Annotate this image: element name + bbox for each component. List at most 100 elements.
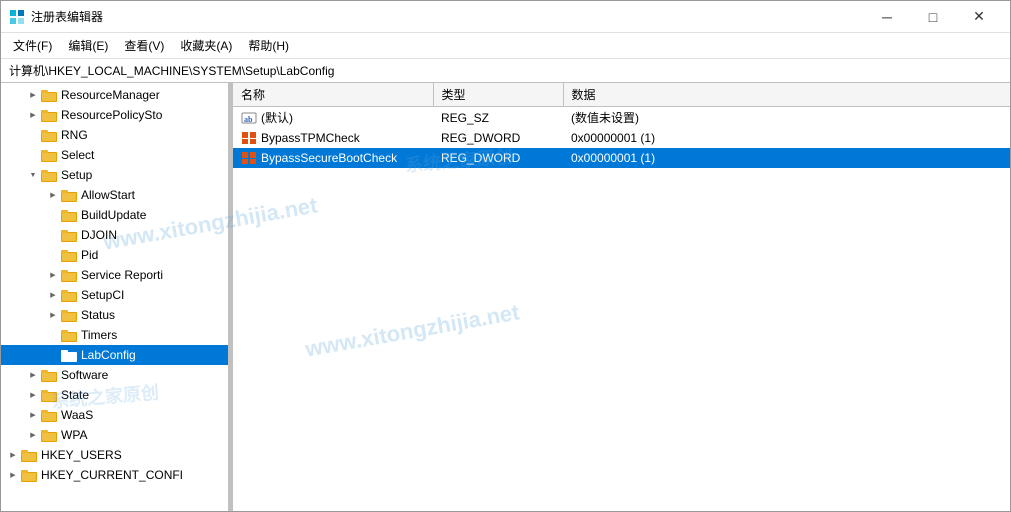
menu-favorites[interactable]: 收藏夹(A) [172,35,240,56]
tree-item-resource-policy[interactable]: ResourcePolicySto [1,105,228,125]
expand-setup[interactable] [25,167,41,183]
expand-state[interactable] [25,387,41,403]
tree-item-rng[interactable]: RNG [1,125,228,145]
menu-help[interactable]: 帮助(H) [240,35,297,56]
expand-software[interactable] [25,367,41,383]
tree-label: WaaS [61,408,93,422]
tree-label: SetupCI [81,288,124,302]
address-bar: 计算机\HKEY_LOCAL_MACHINE\SYSTEM\Setup\LabC… [1,59,1010,83]
cell-name: BypassTPMCheck [233,128,433,148]
tree-item-service-reporti[interactable]: Service Reporti [1,265,228,285]
tree-label: Status [81,308,115,322]
table-row[interactable]: ab (默认) REG_SZ (数值未设置) [233,107,1010,129]
tree-item-waas[interactable]: WaaS [1,405,228,425]
expand-setupci[interactable] [45,287,61,303]
registry-table: 名称 类型 数据 ab (默认) [233,83,1010,168]
tree-item-status[interactable]: Status [1,305,228,325]
expand-service-reporti[interactable] [45,267,61,283]
expand-hkey-users[interactable] [5,447,21,463]
tree-item-hkey-users[interactable]: HKEY_USERS [1,445,228,465]
col-header-type[interactable]: 类型 [433,83,563,107]
svg-text:ab: ab [244,115,253,124]
expand-buildupdate [45,207,61,223]
registry-editor-window: 注册表编辑器 ─ □ ✕ 文件(F) 编辑(E) 查看(V) 收藏夹(A) 帮助… [0,0,1011,512]
folder-icon [61,348,77,362]
expand-waas[interactable] [25,407,41,423]
main-area: ResourceManager ResourcePolicySto RNG Se… [1,83,1010,511]
cell-name: BypassSecureBootCheck [233,148,433,168]
tree-label: Software [61,368,108,382]
tree-item-state[interactable]: State [1,385,228,405]
menu-edit[interactable]: 编辑(E) [60,35,116,56]
tree-item-select[interactable]: Select [1,145,228,165]
address-text: 计算机\HKEY_LOCAL_MACHINE\SYSTEM\Setup\LabC… [9,62,334,79]
menu-view[interactable]: 查看(V) [116,35,172,56]
tree-label: Setup [61,168,92,182]
tree-item-hkey-current-config[interactable]: HKEY_CURRENT_CONFI [1,465,228,485]
tree-item-pid[interactable]: Pid [1,245,228,265]
tree-item-wpa[interactable]: WPA [1,425,228,445]
expand-wpa[interactable] [25,427,41,443]
tree-item-buildupdate[interactable]: BuildUpdate [1,205,228,225]
cell-data: (数值未设置) [563,107,1010,129]
tree-item-software[interactable]: Software [1,365,228,385]
tree-label: RNG [61,128,88,142]
tree-item-setupci[interactable]: SetupCI [1,285,228,305]
table-row[interactable]: BypassSecureBootCheck REG_DWORD 0x000000… [233,148,1010,168]
folder-icon [41,368,57,382]
expand-select [25,147,41,163]
expand-status[interactable] [45,307,61,323]
tree-label: BuildUpdate [81,208,146,222]
expand-resource-policy[interactable] [25,107,41,123]
expand-djoin [45,227,61,243]
folder-icon [61,208,77,222]
tree-label: WPA [61,428,87,442]
tree-label: AllowStart [81,188,135,202]
tree-item-allowstart[interactable]: AllowStart [1,185,228,205]
expand-rng [25,127,41,143]
expand-allowstart[interactable] [45,187,61,203]
tree-label: HKEY_CURRENT_CONFI [41,468,183,482]
tree-item-labconfig[interactable]: LabConfig [1,345,228,365]
close-button[interactable]: ✕ [956,1,1002,33]
tree-panel: ResourceManager ResourcePolicySto RNG Se… [1,83,229,511]
col-header-name[interactable]: 名称 [233,83,433,107]
tree-item-setup[interactable]: Setup [1,165,228,185]
col-header-data[interactable]: 数据 [563,83,1010,107]
folder-icon [61,308,77,322]
expand-timers [45,327,61,343]
tree-label: Timers [81,328,117,342]
expand-pid [45,247,61,263]
tree-item-resource-manager[interactable]: ResourceManager [1,85,228,105]
folder-icon [21,448,37,462]
tree-label: HKEY_USERS [41,448,122,462]
tree-label: DJOIN [81,228,117,242]
expand-resource-manager[interactable] [25,87,41,103]
cell-type: REG_SZ [433,107,563,129]
table-row[interactable]: BypassTPMCheck REG_DWORD 0x00000001 (1) [233,128,1010,148]
folder-icon [41,128,57,142]
cell-name: ab (默认) [233,107,433,129]
cell-type: REG_DWORD [433,128,563,148]
registry-panel: 名称 类型 数据 ab (默认) [233,83,1010,511]
maximize-button[interactable]: □ [910,1,956,33]
title-bar: 注册表编辑器 ─ □ ✕ [1,1,1010,33]
expand-hkey-current-config[interactable] [5,467,21,483]
folder-icon [61,288,77,302]
folder-icon [61,328,77,342]
tree-item-djoin[interactable]: DJOIN [1,225,228,245]
folder-icon [41,148,57,162]
tree-label: Select [61,148,94,162]
menu-file[interactable]: 文件(F) [5,35,60,56]
window-title: 注册表编辑器 [31,8,864,25]
folder-icon [41,88,57,102]
folder-icon [41,408,57,422]
tree-label: State [61,388,89,402]
folder-icon [61,228,77,242]
tree-label: ResourceManager [61,88,160,102]
cell-data: 0x00000001 (1) [563,128,1010,148]
tree-label: Pid [81,248,98,262]
tree-item-timers[interactable]: Timers [1,325,228,345]
menu-bar: 文件(F) 编辑(E) 查看(V) 收藏夹(A) 帮助(H) [1,33,1010,59]
minimize-button[interactable]: ─ [864,1,910,33]
